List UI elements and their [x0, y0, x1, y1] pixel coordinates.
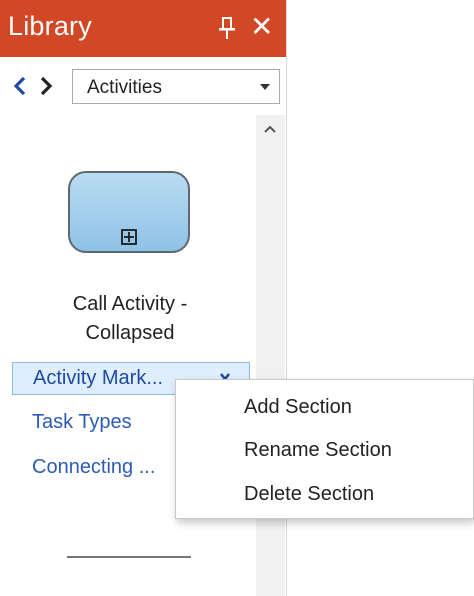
section-context-menu: Add Section Rename Section Delete Sectio… — [175, 379, 474, 519]
library-title: Library — [8, 11, 92, 41]
subprocess-plus-icon — [121, 229, 137, 245]
chevron-left-icon[interactable] — [12, 74, 28, 98]
connector-preview-line — [67, 556, 191, 558]
rename-section-menu-item[interactable]: Rename Section — [244, 435, 392, 465]
add-section-menu-item[interactable]: Add Section — [244, 392, 352, 422]
section-connecting[interactable]: Connecting ... — [32, 452, 155, 485]
shape-label-line2: Collapsed — [85, 322, 175, 344]
vertical-scrollbar[interactable] — [256, 115, 285, 596]
category-dropdown-value: Activities — [87, 77, 162, 98]
section-label: Activity Mark... — [33, 367, 164, 389]
delete-section-menu-item[interactable]: Delete Section — [244, 479, 374, 509]
close-icon[interactable]: ✕ — [250, 13, 273, 41]
scroll-up-icon[interactable] — [262, 123, 278, 135]
call-activity-shape[interactable] — [68, 171, 190, 253]
category-dropdown[interactable]: Activities — [72, 69, 280, 104]
chevron-right-icon[interactable] — [38, 74, 54, 98]
shape-label-line1: Call Activity - — [72, 293, 188, 315]
library-title-bar: Library ✕ — [0, 0, 286, 57]
shape-label: Call Activity - Collapsed — [30, 290, 230, 348]
dropdown-arrow-icon — [260, 84, 270, 90]
pin-icon[interactable] — [218, 16, 236, 40]
section-task-types[interactable]: Task Types — [32, 407, 132, 440]
